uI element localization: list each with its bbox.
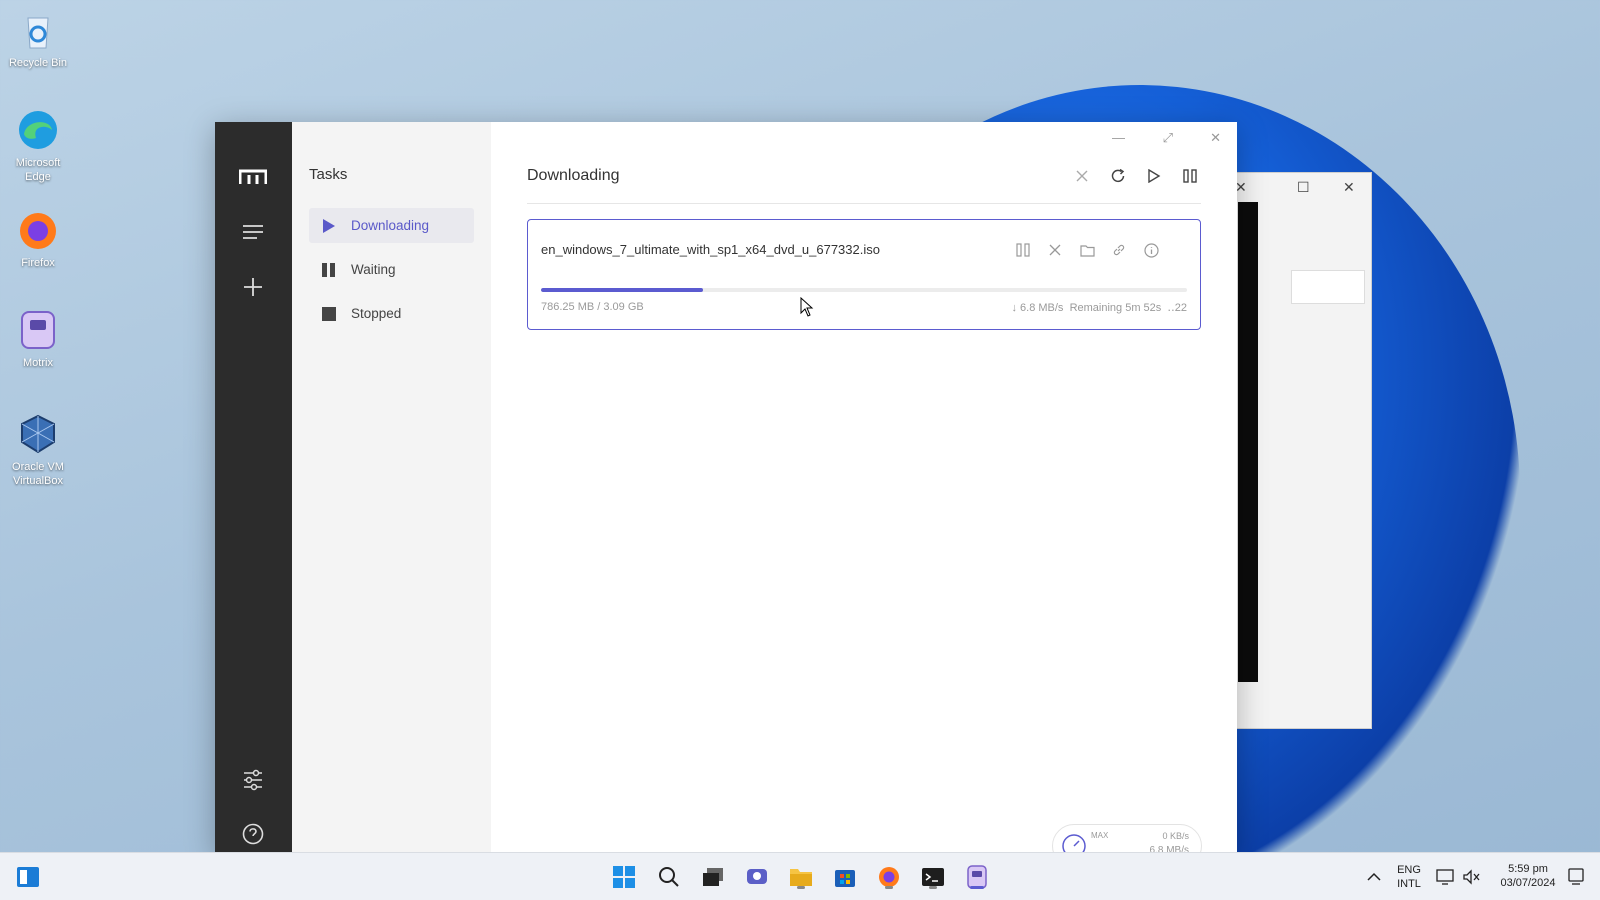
sidebar-item-waiting[interactable]: Waiting <box>309 252 474 287</box>
pause-icon <box>322 262 336 277</box>
running-indicator <box>797 886 805 889</box>
desktop-icon-firefox[interactable]: Firefox <box>4 208 72 270</box>
firefox-icon <box>20 213 56 249</box>
sliders-icon[interactable] <box>238 765 268 795</box>
desktop-icon-label: Microsoft Edge <box>15 157 61 183</box>
mouse-cursor-icon <box>800 297 814 317</box>
speedometer-icon <box>1062 834 1086 854</box>
pause-all-icon[interactable] <box>1179 165 1201 187</box>
clock-date: 03/07/2024 <box>1500 877 1556 889</box>
file-explorer-icon[interactable] <box>786 862 816 892</box>
desktop-icon-label: Recycle Bin <box>8 57 68 69</box>
close-button[interactable]: ✕ <box>1210 130 1221 146</box>
play-icon <box>322 218 336 233</box>
widgets-icon[interactable] <box>13 862 43 892</box>
page-title: Downloading <box>527 167 620 184</box>
desktop-icon-label: Motrix <box>23 357 53 369</box>
firefox-icon[interactable] <box>874 862 904 892</box>
close-icon[interactable]: ✕ <box>1343 179 1355 196</box>
speed-max-label: MAX <box>1091 831 1109 840</box>
app-rail <box>215 122 292 854</box>
clock[interactable]: 5:59 pm 03/07/2024 <box>1490 862 1566 890</box>
start-icon[interactable] <box>609 862 639 892</box>
task-view-icon[interactable] <box>698 862 728 892</box>
maximize-icon[interactable]: ☐ <box>1297 179 1310 196</box>
download-speed: ↓ 6.8 MB/s <box>1011 302 1064 314</box>
desktop-icon-recycle-bin[interactable]: Recycle Bin <box>4 8 72 70</box>
delete-icon[interactable] <box>1046 241 1064 259</box>
info-icon[interactable] <box>1142 241 1160 259</box>
desktop-icon-label: Oracle VM VirtualBox <box>12 461 64 487</box>
task-stats: ↓ 6.8 MB/s Remaining 5m 52s ‥22 <box>1011 301 1187 314</box>
m-logo-icon[interactable] <box>238 162 268 192</box>
chevron-up-icon[interactable] <box>1359 862 1389 892</box>
minimize-button[interactable]: — <box>1112 130 1125 145</box>
sidebar-item-stopped[interactable]: Stopped <box>309 296 474 331</box>
help-icon[interactable] <box>238 819 268 849</box>
sidebar-item-label: Waiting <box>351 262 396 277</box>
main-header: Downloading <box>527 159 1201 204</box>
sidebar-item-label: Stopped <box>351 306 402 321</box>
volume-muted-icon[interactable] <box>1456 862 1486 892</box>
chat-icon[interactable] <box>742 862 772 892</box>
task-item[interactable]: en_windows_7_ultimate_with_sp1_x64_dvd_u… <box>527 219 1201 330</box>
main-panel: — ⤢ ✕ Downloading en_windows_7_ultimate_… <box>491 122 1237 854</box>
progress-bar <box>541 288 1187 292</box>
clock-time: 5:59 pm <box>1508 863 1548 875</box>
clear-close-icon[interactable] <box>1071 165 1093 187</box>
text-field[interactable] <box>1291 270 1365 304</box>
task-size: 786.25 MB / 3.09 GB <box>541 301 644 313</box>
store-icon[interactable] <box>830 862 860 892</box>
connections-count: 22 <box>1174 302 1187 314</box>
search-icon[interactable] <box>654 862 684 892</box>
menu-icon[interactable] <box>238 217 268 247</box>
language-indicator[interactable]: ENG INTL <box>1394 863 1424 891</box>
edge-icon <box>19 111 57 149</box>
plus-icon[interactable] <box>238 272 268 302</box>
upload-speed: 0 KB/s <box>1162 831 1189 841</box>
task-filename: en_windows_7_ultimate_with_sp1_x64_dvd_u… <box>541 242 880 257</box>
stop-icon <box>322 306 336 321</box>
notification-icon[interactable] <box>1561 862 1591 892</box>
remaining-time: Remaining 5m 52s <box>1069 302 1162 314</box>
sidebar-item-downloading[interactable]: Downloading <box>309 208 474 243</box>
desktop-icon-virtualbox[interactable]: Oracle VM VirtualBox <box>4 412 72 488</box>
running-indicator <box>929 886 937 889</box>
pause-icon[interactable] <box>1014 241 1032 259</box>
sidebar-item-label: Downloading <box>351 218 430 233</box>
motrix-icon[interactable] <box>962 862 992 892</box>
virtualbox-icon <box>21 414 55 454</box>
resume-all-icon[interactable] <box>1143 165 1165 187</box>
refresh-icon[interactable] <box>1107 165 1129 187</box>
language-line2: INTL <box>1397 878 1421 890</box>
progress-fill <box>541 288 703 292</box>
running-indicator <box>885 886 893 889</box>
active-indicator <box>970 886 984 889</box>
taskbar: ENG INTL 5:59 pm 03/07/2024 <box>0 852 1600 900</box>
terminal-icon[interactable] <box>918 862 948 892</box>
motrix-icon <box>21 311 55 349</box>
language-line1: ENG <box>1397 864 1421 876</box>
terminal-pane <box>1238 202 1258 682</box>
desktop-icon-motrix[interactable]: Motrix <box>4 308 72 370</box>
desktop-icon-edge[interactable]: Microsoft Edge <box>4 108 72 184</box>
speedometer[interactable]: MAX 0 KB/s 6.8 MB/s <box>1052 824 1202 854</box>
maximize-button[interactable]: ⤢ <box>1163 130 1173 146</box>
background-window[interactable]: ✕ ☐ ✕ <box>1226 172 1372 729</box>
connections-icon: ‥ <box>1167 302 1175 314</box>
desktop-icon-label: Firefox <box>21 257 55 269</box>
link-icon[interactable] <box>1110 241 1128 259</box>
motrix-window: Tasks Downloading Waiting Stopped — ⤢ ✕ … <box>215 122 1237 854</box>
tasks-sidebar: Tasks Downloading Waiting Stopped <box>292 122 491 854</box>
sidebar-title: Tasks <box>309 166 348 183</box>
folder-icon[interactable] <box>1078 241 1096 259</box>
recycle-bin-icon <box>27 17 49 49</box>
